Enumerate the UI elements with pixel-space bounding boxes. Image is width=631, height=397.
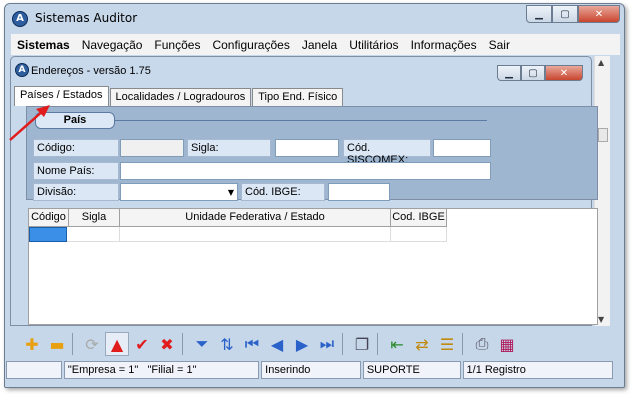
- minimize-button[interactable]: ▁: [526, 5, 552, 23]
- tab-localidades-logradouros[interactable]: Localidades / Logradouros: [109, 88, 252, 106]
- scroll-thumb[interactable]: [598, 128, 608, 142]
- child-maximize-button[interactable]: ▢: [521, 65, 545, 81]
- sigla-field[interactable]: [275, 139, 339, 157]
- section-divider: [115, 120, 487, 121]
- chevron-down-icon[interactable]: ▼: [228, 188, 234, 197]
- status-user: SUPORTE: [362, 361, 461, 379]
- sigla-label: Sigla:: [187, 139, 271, 157]
- filter-icon[interactable]: ⏷: [190, 332, 214, 356]
- siscomex-field[interactable]: [433, 139, 491, 157]
- add-icon[interactable]: ✚: [20, 332, 44, 356]
- status-empresa: "Empresa = 1": [67, 364, 139, 376]
- import-icon[interactable]: ⇄: [410, 332, 434, 356]
- selected-cell[interactable]: [29, 227, 67, 242]
- export-icon[interactable]: ⇤: [385, 332, 409, 356]
- nome-pais-label: Nome País:: [33, 162, 119, 180]
- status-records: 1/1 Registro: [462, 361, 614, 379]
- sort-icon[interactable]: ⇅: [215, 332, 239, 356]
- divisao-select[interactable]: ▼: [120, 183, 238, 201]
- codigo-field[interactable]: [120, 139, 184, 157]
- cancel-icon[interactable]: ✖: [155, 332, 179, 356]
- title-bar: A Sistemas Auditor ▁ ▢ ✕: [5, 4, 624, 33]
- col-cod-ibge[interactable]: Cod. IBGE: [391, 209, 447, 226]
- menu-janela[interactable]: Janela: [296, 38, 343, 52]
- status-empty: [6, 361, 62, 379]
- print-icon[interactable]: ⎙: [470, 332, 494, 356]
- tab-paises-estados[interactable]: Países / Estados: [14, 86, 109, 106]
- record-toolbar: ✚ ▬ ⟳ ▲ ✔ ✖ ⏷ ⇅ ⏮ ◀ ▶ ⏭ ❐ ⇤ ⇄ ☰ ⎙ ▦: [20, 330, 610, 358]
- estados-grid[interactable]: Código Sigla Unidade Federativa / Estado…: [28, 208, 598, 325]
- up-triangle-icon[interactable]: ▲: [105, 332, 129, 356]
- menu-informacoes[interactable]: Informações: [405, 38, 483, 52]
- child-close-button[interactable]: ✕: [545, 65, 583, 81]
- scroll-down-icon[interactable]: ▼: [598, 315, 604, 324]
- menu-bar: Sistemas Navegação Funções Configurações…: [11, 34, 620, 55]
- auditor-logo-icon: A: [15, 63, 29, 77]
- maximize-button[interactable]: ▢: [552, 5, 578, 23]
- next-icon[interactable]: ▶: [290, 332, 314, 356]
- first-icon[interactable]: ⏮: [240, 332, 264, 356]
- tab-bar: Países / Estados Localidades / Logradour…: [14, 86, 344, 106]
- child-window-title: Endereços - versão 1.75: [31, 65, 151, 77]
- grid-header: Código Sigla Unidade Federativa / Estado…: [29, 209, 447, 227]
- close-button[interactable]: ✕: [578, 5, 620, 23]
- siscomex-label: Cód. SISCOMEX:: [343, 139, 431, 166]
- refresh-icon[interactable]: ⟳: [80, 332, 104, 356]
- child-minimize-button[interactable]: ▁: [497, 65, 521, 81]
- ibge-label: Cód. IBGE:: [241, 183, 325, 201]
- remove-icon[interactable]: ▬: [45, 332, 69, 356]
- tab-tipo-end-fisico[interactable]: Tipo End. Físico: [252, 88, 344, 106]
- window-title: Sistemas Auditor: [35, 11, 138, 25]
- col-unidade-federativa[interactable]: Unidade Federativa / Estado: [120, 209, 391, 226]
- previous-icon[interactable]: ◀: [265, 332, 289, 356]
- grid-cell[interactable]: [391, 227, 447, 242]
- table-row[interactable]: [29, 227, 447, 242]
- codigo-label: Código:: [33, 139, 119, 157]
- calendar-icon[interactable]: ▦: [495, 332, 519, 356]
- status-filial: "Filial = 1": [147, 364, 197, 376]
- check-icon[interactable]: ✔: [130, 332, 154, 356]
- menu-sistemas[interactable]: Sistemas: [11, 38, 76, 52]
- section-title: País: [35, 112, 115, 129]
- report-icon[interactable]: ☰: [435, 332, 459, 356]
- menu-navegacao[interactable]: Navegação: [76, 38, 149, 52]
- divisao-label: Divisão:: [33, 183, 119, 201]
- col-sigla[interactable]: Sigla: [69, 209, 120, 226]
- status-empresa-filial: "Empresa = 1" "Filial = 1": [63, 361, 260, 379]
- nome-pais-field[interactable]: [120, 162, 491, 180]
- pais-form-panel: País Código: Sigla: Cód. SISCOMEX: Nome …: [26, 106, 598, 201]
- col-codigo[interactable]: Código: [29, 209, 69, 226]
- last-icon[interactable]: ⏭: [315, 332, 339, 356]
- copy-icon[interactable]: ❐: [350, 332, 374, 356]
- auditor-logo-icon: A: [12, 11, 28, 27]
- grid-cell[interactable]: [120, 227, 391, 242]
- menu-funcoes[interactable]: Funções: [148, 38, 206, 52]
- status-mode: Inserindo: [261, 361, 361, 379]
- scroll-up-icon[interactable]: ▲: [598, 58, 604, 67]
- ibge-field[interactable]: [328, 183, 390, 201]
- status-bar: "Empresa = 1" "Filial = 1" Inserindo SUP…: [6, 361, 615, 379]
- menu-sair[interactable]: Sair: [483, 38, 516, 52]
- menu-utilitarios[interactable]: Utilitários: [343, 38, 404, 52]
- menu-configuracoes[interactable]: Configurações: [206, 38, 295, 52]
- grid-cell[interactable]: [67, 227, 120, 242]
